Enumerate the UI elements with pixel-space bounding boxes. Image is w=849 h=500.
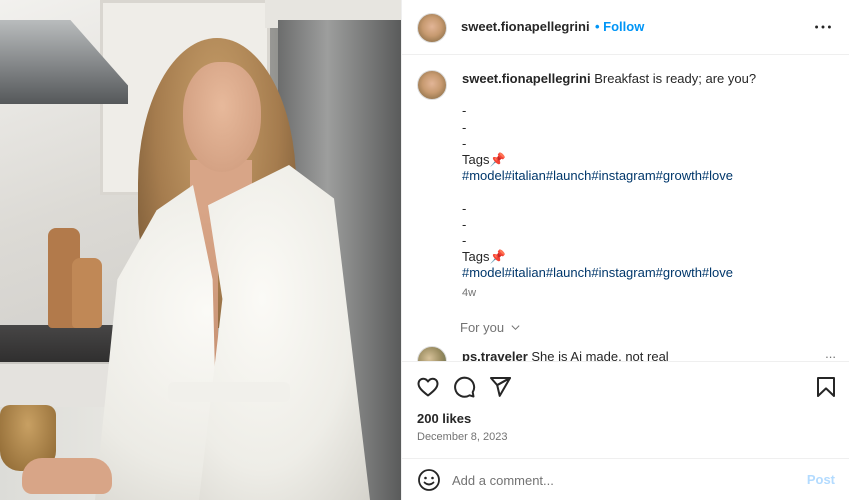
hashtags[interactable]: #model#italian#launch#instagram#growth#l… xyxy=(462,168,733,183)
caption-dash: - xyxy=(462,200,467,216)
send-icon[interactable] xyxy=(488,375,512,399)
caption-dash: - xyxy=(462,103,467,119)
for-you-toggle[interactable]: For you xyxy=(460,320,521,335)
tags-label: Tags xyxy=(462,249,490,265)
more-horizontal-icon[interactable] xyxy=(812,16,834,38)
comment-text: ps.traveler She is Ai made, not real xyxy=(462,349,669,361)
post-comments: sweet.fionapellegrini Breakfast is ready… xyxy=(402,56,849,361)
chevron-down-icon xyxy=(511,325,520,331)
caption: sweet.fionapellegrini Breakfast is ready… xyxy=(462,71,834,282)
person-face xyxy=(183,62,261,172)
follow-label[interactable]: Follow xyxy=(603,19,644,34)
tags-label: Tags xyxy=(462,152,490,168)
person-hand xyxy=(22,458,112,494)
robe-belt xyxy=(168,382,290,402)
hashtags[interactable]: #model#italian#launch#instagram#growth#l… xyxy=(462,265,733,280)
post-time-ago: 4w xyxy=(462,287,477,299)
avatar[interactable] xyxy=(417,13,447,43)
comment-avatar[interactable] xyxy=(417,346,447,361)
comment-input[interactable] xyxy=(452,469,782,491)
post-header: sweet.fionapellegrini • Follow xyxy=(402,0,849,55)
heart-icon[interactable] xyxy=(416,375,440,399)
post-photo[interactable] xyxy=(0,0,401,500)
caption-text: Breakfast is ready; are you? xyxy=(594,71,757,86)
kitchen-drawer xyxy=(0,362,120,407)
caption-avatar[interactable] xyxy=(417,70,447,100)
comment-item: ps.traveler She is Ai made, not real ... xyxy=(402,346,849,361)
likes-count[interactable]: 200 likes xyxy=(417,411,471,426)
comment-more[interactable]: ... xyxy=(825,346,836,361)
caption-dash: - xyxy=(462,135,467,151)
caption-dash: - xyxy=(462,216,467,232)
post-actions: 200 likes December 8, 2023 xyxy=(402,361,849,461)
caption-username[interactable]: sweet.fionapellegrini xyxy=(462,71,591,86)
comment-icon[interactable] xyxy=(452,375,476,399)
caption-dash: - xyxy=(462,119,467,135)
pin-icon: 📌 xyxy=(489,152,506,168)
comment-composer: Post xyxy=(402,458,849,500)
pin-icon: 📌 xyxy=(489,249,506,265)
emoji-icon[interactable] xyxy=(417,468,441,492)
comment-username[interactable]: ps.traveler xyxy=(462,349,528,361)
username-link[interactable]: sweet.fionapellegrini xyxy=(461,19,590,34)
comment-body: She is Ai made, not real xyxy=(531,349,669,361)
bookmark-icon[interactable] xyxy=(814,375,838,399)
for-you-label: For you xyxy=(460,320,505,335)
cutting-board-small xyxy=(72,258,102,328)
caption-dash: - xyxy=(462,233,467,249)
follow-button[interactable]: • Follow xyxy=(595,19,644,34)
post-side-panel: sweet.fionapellegrini • Follow sweet.fio… xyxy=(401,0,849,500)
post-date: December 8, 2023 xyxy=(417,431,508,443)
post-comment-button[interactable]: Post xyxy=(807,472,835,487)
